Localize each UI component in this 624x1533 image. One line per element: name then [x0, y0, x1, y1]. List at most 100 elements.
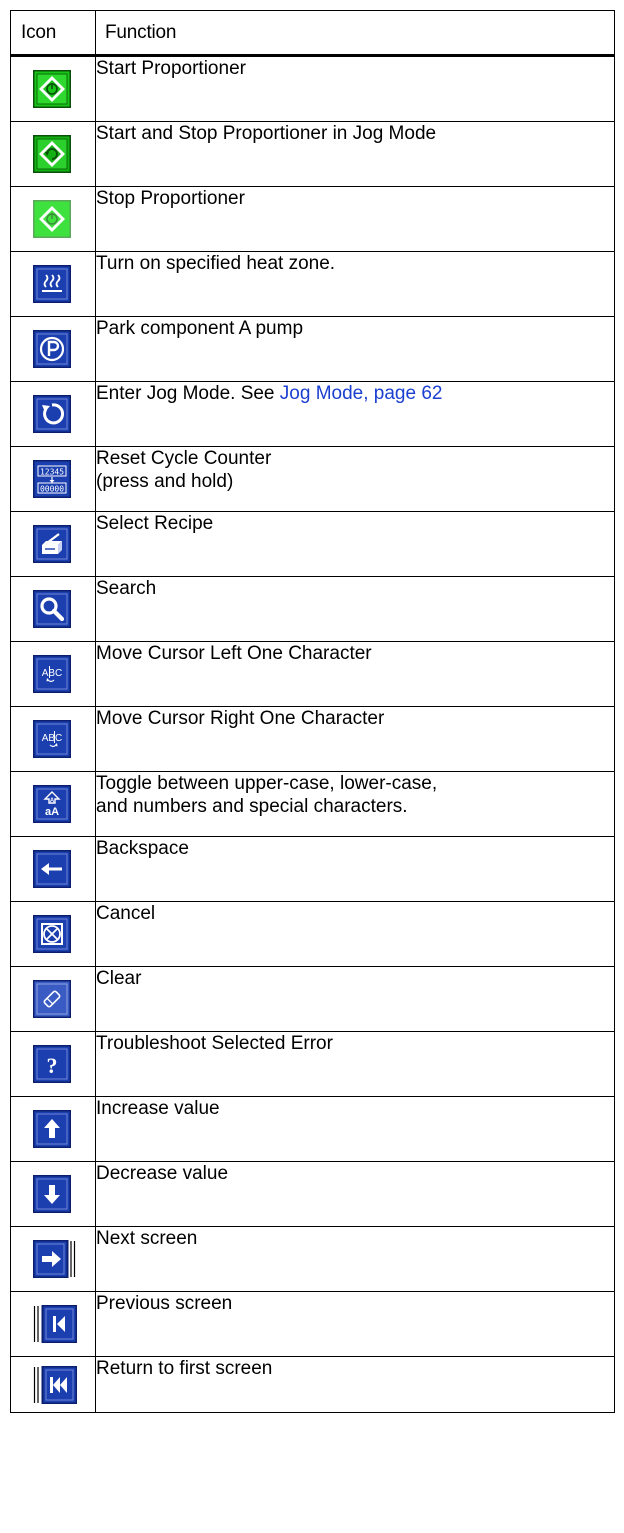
function-column-header: Function	[95, 10, 615, 57]
jog-mode-description: Enter Jog Mode. See	[96, 383, 280, 404]
search-icon	[33, 590, 71, 628]
icon-cell	[10, 1356, 96, 1413]
icon-cell: 12345 00000	[10, 446, 96, 512]
case-upper-letter: A	[50, 798, 55, 804]
icon-cell: ABC	[10, 706, 96, 772]
stop-proportioner-icon	[33, 200, 71, 238]
function-cell: Toggle between upper-case, lower-case, a…	[95, 771, 615, 837]
counter-top-digits: 12345	[40, 468, 64, 477]
decrease-icon	[33, 1175, 71, 1213]
function-column-header-label: Function	[105, 21, 177, 43]
park-pump-icon	[33, 330, 71, 368]
function-cell: Decrease value	[95, 1161, 615, 1227]
icon-cell	[10, 1096, 96, 1162]
icon-cell	[10, 836, 96, 902]
select-recipe-icon	[33, 525, 71, 563]
table-row: Start and Stop Proportioner in Jog Mode	[10, 121, 615, 187]
function-cell: Backspace	[95, 836, 615, 902]
icon-column-header: Icon	[10, 10, 96, 57]
table-row: Stop Proportioner	[10, 186, 615, 252]
icon-cell	[10, 186, 96, 252]
case-toggle-icon: A aA	[33, 785, 71, 823]
table-row: Park component A pump	[10, 316, 615, 382]
function-cell: Search	[95, 576, 615, 642]
function-cell: Park component A pump	[95, 316, 615, 382]
table-row: Search	[10, 576, 615, 642]
table-row: Select Recipe	[10, 511, 615, 577]
function-cell: Cancel	[95, 901, 615, 967]
reset-counter-icon: 12345 00000	[33, 460, 71, 498]
icon-cell	[10, 966, 96, 1032]
start-proportioner-icon	[33, 70, 71, 108]
icon-cell	[10, 381, 96, 447]
table-row: 12345 00000 Reset Cycle Counter (press a…	[10, 446, 615, 512]
table-row: ABC Move Cursor Left One Character	[10, 641, 615, 707]
function-cell: Increase value	[95, 1096, 615, 1162]
table-row: Previous screen	[10, 1291, 615, 1357]
next-screen-icon	[33, 1240, 77, 1278]
table-row: Return to first screen	[10, 1356, 615, 1413]
increase-icon	[33, 1110, 71, 1148]
icon-cell	[10, 316, 96, 382]
icon-cell: ?	[10, 1031, 96, 1097]
table-row: Backspace	[10, 836, 615, 902]
jog-start-stop-icon	[33, 135, 71, 173]
counter-bottom-digits: 00000	[40, 485, 64, 494]
icon-cell: ABC	[10, 641, 96, 707]
icon-function-table-wrapper: Icon Function Start Proportioner Start a…	[10, 10, 615, 1413]
function-cell: Previous screen	[95, 1291, 615, 1357]
table-row: Decrease value	[10, 1161, 615, 1227]
table-header-row: Icon Function	[10, 10, 615, 57]
table-row: Clear	[10, 966, 615, 1032]
function-cell: Move Cursor Left One Character	[95, 641, 615, 707]
icon-cell	[10, 1226, 96, 1292]
function-cell: Move Cursor Right One Character	[95, 706, 615, 772]
icon-cell	[10, 576, 96, 642]
icon-cell	[10, 1291, 96, 1357]
icon-cell	[10, 55, 96, 122]
table-row: Cancel	[10, 901, 615, 967]
icon-cell	[10, 251, 96, 317]
first-screen-icon	[33, 1365, 77, 1404]
icon-cell	[10, 511, 96, 577]
cursor-right-letters: ABC	[42, 733, 63, 744]
question-mark: ?	[47, 1053, 58, 1078]
cancel-icon	[33, 915, 71, 953]
table-row: Start Proportioner	[10, 55, 615, 122]
cursor-left-letters: ABC	[42, 668, 63, 679]
function-cell: Start and Stop Proportioner in Jog Mode	[95, 121, 615, 187]
cursor-left-icon: ABC	[33, 655, 71, 693]
jog-mode-icon	[33, 395, 71, 433]
icon-function-table: Icon Function Start Proportioner Start a…	[10, 10, 615, 1413]
function-cell: Reset Cycle Counter (press and hold)	[95, 446, 615, 512]
icon-cell	[10, 1161, 96, 1227]
icon-cell: A aA	[10, 771, 96, 837]
function-cell: Return to first screen	[95, 1356, 615, 1413]
heat-zone-icon	[33, 265, 71, 303]
function-cell: Stop Proportioner	[95, 186, 615, 252]
table-row: Enter Jog Mode. See Jog Mode, page 62	[10, 381, 615, 447]
table-row: ABC Move Cursor Right One Character	[10, 706, 615, 772]
function-cell: Next screen	[95, 1226, 615, 1292]
backspace-icon	[33, 850, 71, 888]
table-row: Next screen	[10, 1226, 615, 1292]
icon-column-header-label: Icon	[21, 21, 57, 43]
function-cell: Troubleshoot Selected Error	[95, 1031, 615, 1097]
cursor-right-icon: ABC	[33, 720, 71, 758]
icon-cell	[10, 901, 96, 967]
table-row: Increase value	[10, 1096, 615, 1162]
jog-mode-page-link[interactable]: Jog Mode, page 62	[280, 383, 443, 404]
function-cell: Start Proportioner	[95, 55, 615, 122]
function-cell: Enter Jog Mode. See Jog Mode, page 62	[95, 381, 615, 447]
previous-screen-icon	[33, 1305, 77, 1343]
case-lower-letters: aA	[45, 806, 59, 818]
function-cell: Select Recipe	[95, 511, 615, 577]
function-cell: Clear	[95, 966, 615, 1032]
clear-icon	[33, 980, 71, 1018]
icon-cell	[10, 121, 96, 187]
table-row: Turn on specified heat zone.	[10, 251, 615, 317]
troubleshoot-icon: ?	[33, 1045, 71, 1083]
table-row: ? Troubleshoot Selected Error	[10, 1031, 615, 1097]
function-cell: Turn on specified heat zone.	[95, 251, 615, 317]
table-row: A aA Toggle between upper-case, lower-ca…	[10, 771, 615, 837]
